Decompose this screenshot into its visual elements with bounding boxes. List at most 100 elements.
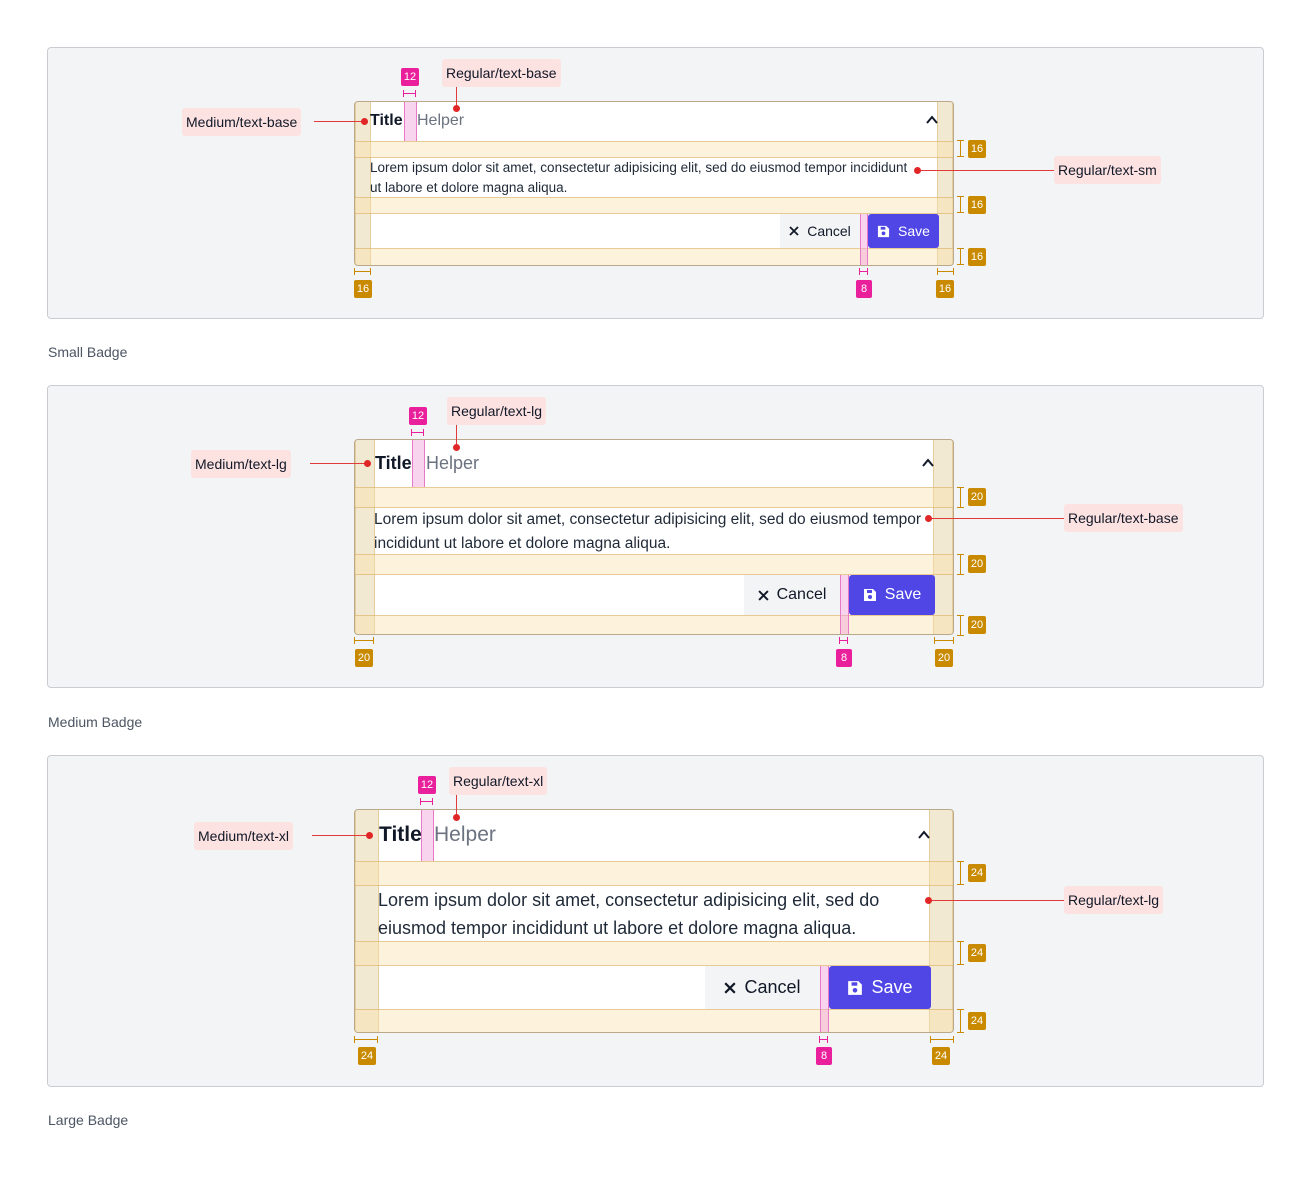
floppy-disk-icon [877, 225, 890, 238]
save-label: Save [898, 223, 930, 239]
padding-bracket [354, 637, 374, 644]
gap-buttons [860, 214, 868, 265]
padding-size-badge: 20 [935, 649, 953, 667]
floppy-disk-icon [847, 980, 863, 996]
save-label: Save [871, 977, 913, 997]
gap-bracket [420, 798, 433, 805]
annotation-dot [366, 832, 373, 839]
save-label: Save [884, 586, 922, 603]
padding-bracket [957, 615, 964, 636]
title-style-label: Medium/text-xl [194, 822, 294, 850]
gap-bracket [819, 1036, 828, 1043]
padding-bracket [957, 554, 964, 575]
padding-size-badge: 16 [968, 140, 986, 158]
padding-size-badge: 16 [968, 248, 986, 266]
padding-size-badge: 20 [355, 649, 373, 667]
medium-badge-card: Title Helper Lorem ipsum dolor sit amet,… [354, 439, 954, 635]
padding-row-3 [355, 1009, 953, 1032]
gap-bracket [859, 268, 868, 275]
small-badge-card: Title Helper Lorem ipsum dolor sit amet,… [354, 101, 954, 266]
annotation-dot [453, 444, 460, 451]
cancel-label: Cancel [807, 223, 851, 239]
cancel-button[interactable]: Cancel [780, 214, 860, 248]
save-button[interactable]: Save [849, 575, 935, 615]
card-title: Title [379, 823, 422, 846]
padding-size-badge: 24 [358, 1047, 376, 1065]
padding-row-2 [355, 197, 953, 214]
gap-buttons [820, 966, 829, 1032]
chevron-up-icon[interactable] [917, 828, 931, 842]
card-title: Title [375, 453, 412, 473]
padding-size-badge: 24 [932, 1047, 950, 1065]
padding-size-badge: 20 [968, 616, 986, 634]
gap-size-badge: 8 [816, 1047, 832, 1065]
padding-left [355, 440, 375, 634]
gap-size-badge: 8 [856, 280, 872, 298]
close-icon [724, 981, 737, 994]
cancel-button[interactable]: Cancel [705, 966, 820, 1009]
padding-bracket [957, 140, 964, 157]
save-button[interactable]: Save [868, 214, 939, 248]
helper-style-label: Regular/text-xl [449, 767, 548, 795]
padding-size-badge: 24 [968, 1012, 986, 1030]
padding-row-1 [355, 861, 953, 886]
leader-line [930, 518, 1064, 519]
gap-size-badge: 8 [836, 649, 852, 667]
chevron-up-icon[interactable] [925, 113, 939, 127]
helper-style-label: Regular/text-base [442, 59, 561, 87]
padding-size-badge: 20 [968, 488, 986, 506]
padding-size-badge: 16 [968, 196, 986, 214]
padding-bracket [957, 861, 964, 885]
padding-row-2 [355, 941, 953, 966]
annotation-dot [914, 167, 921, 174]
padding-bracket [957, 941, 964, 965]
card-title: Title [370, 112, 403, 129]
card-body: Lorem ipsum dolor sit amet, consectetur … [370, 160, 908, 195]
padding-bracket [354, 1036, 378, 1043]
card-body: Lorem ipsum dolor sit amet, consectetur … [374, 511, 922, 552]
large-badge-card: Title Helper Lorem ipsum dolor sit amet,… [354, 809, 954, 1033]
padding-bracket [957, 248, 964, 265]
padding-bracket [957, 487, 964, 508]
padding-bracket [937, 268, 954, 275]
annotation-dot [453, 814, 460, 821]
close-icon [789, 226, 799, 236]
padding-row-1 [355, 487, 953, 508]
padding-right [933, 440, 953, 634]
gap-bracket [411, 429, 424, 436]
padding-right [937, 102, 953, 265]
gap-title-helper [412, 440, 425, 487]
padding-bracket [354, 268, 371, 275]
padding-bracket [930, 1036, 954, 1043]
leader-line [930, 900, 1064, 901]
save-button[interactable]: Save [829, 966, 931, 1009]
gap-size-badge: 12 [409, 407, 427, 425]
leader-line [314, 121, 364, 122]
padding-row-1 [355, 141, 953, 158]
padding-row-3 [355, 615, 953, 634]
leader-line [310, 463, 368, 464]
card-body: Lorem ipsum dolor sit amet, consectetur … [378, 890, 880, 938]
card-helper: Helper [426, 453, 480, 473]
gap-size-badge: 12 [418, 776, 436, 794]
close-icon [757, 589, 769, 601]
section-caption: Large Badge [48, 1112, 129, 1128]
gap-title-helper [421, 810, 434, 861]
padding-bracket [957, 1009, 964, 1033]
annotation-dot [925, 897, 932, 904]
body-style-label: Regular/text-base [1064, 504, 1183, 532]
helper-style-label: Regular/text-lg [447, 397, 547, 425]
leader-line [312, 835, 370, 836]
gap-bracket [839, 637, 848, 644]
title-style-label: Medium/text-base [182, 108, 302, 136]
card-helper: Helper [417, 112, 465, 129]
gap-bracket [403, 90, 416, 97]
padding-size-badge: 16 [354, 280, 372, 298]
leader-line [920, 170, 1054, 171]
annotation-dot [925, 515, 932, 522]
cancel-button[interactable]: Cancel [744, 575, 840, 615]
chevron-up-icon[interactable] [921, 456, 935, 470]
annotation-dot [361, 118, 368, 125]
annotation-dot [453, 105, 460, 112]
body-style-label: Regular/text-sm [1054, 156, 1161, 184]
